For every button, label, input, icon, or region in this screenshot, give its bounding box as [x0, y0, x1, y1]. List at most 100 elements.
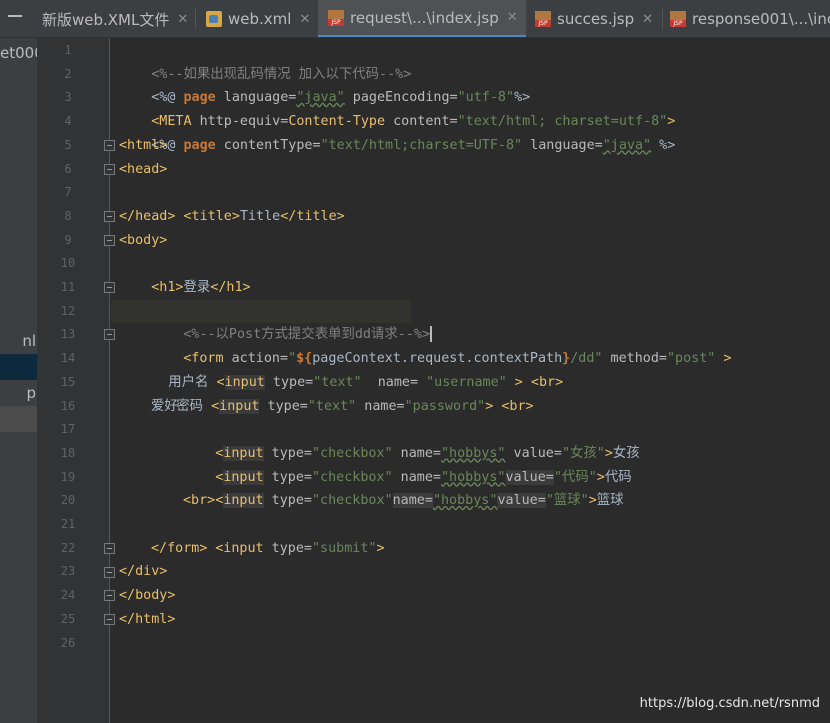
code-line-3: <META http-equiv=Content-Type content="t…: [119, 86, 675, 129]
tab-new-web-xml[interactable]: 新版web.XML文件 ✕: [8, 0, 188, 37]
tag: >: [588, 493, 597, 509]
tag: input: [219, 398, 260, 414]
line-number: 22: [60, 540, 76, 555]
code-line-10: <h1>登录</h1>: [119, 252, 250, 295]
project-tree-item[interactable]: p: [0, 380, 37, 406]
line-number: 20: [60, 493, 76, 508]
tag: > <br>: [485, 398, 534, 414]
project-panel: et000 nl p: [0, 38, 38, 723]
close-icon[interactable]: ✕: [642, 12, 653, 27]
code-line-12: <%--以Post方式提交表单到dd请求--%>: [111, 299, 433, 343]
text: Title: [239, 208, 281, 224]
tag: <html>: [119, 137, 168, 153]
line-number: 4: [64, 114, 72, 129]
line-number: 25: [60, 611, 76, 626]
code-line-6: <head>: [119, 158, 167, 182]
tab-label: web.xml: [228, 10, 292, 28]
tab-separator: [195, 9, 196, 29]
tag: </body>: [119, 588, 176, 604]
line-number: 24: [60, 588, 76, 603]
tab-response001-index[interactable]: JSP response001\...\inc: [670, 0, 830, 37]
tag: </div>: [119, 564, 168, 580]
code-line-5: <html>: [119, 134, 167, 158]
code-line-18: <input type="checkbox" name="hobbys"valu…: [183, 442, 632, 485]
attr-value: "checkbox": [312, 493, 393, 509]
close-icon[interactable]: ✕: [177, 12, 188, 27]
tab-label: 新版web.XML文件: [42, 10, 170, 29]
line-number: 19: [60, 469, 76, 484]
code-line-8: </head>: [119, 205, 175, 229]
line-number: 1: [64, 43, 72, 57]
editor-tab-bar: 新版web.XML文件 ✕ web.xml ✕ JSP request\...\…: [0, 0, 830, 38]
line-number: 13: [60, 327, 76, 342]
tag: <body>: [119, 232, 168, 248]
attr-name: type=: [263, 540, 312, 556]
line-number: 23: [60, 564, 76, 579]
attr-value: "post": [666, 351, 716, 367]
close-icon[interactable]: ✕: [507, 10, 518, 25]
code-line-23: </div>: [119, 560, 167, 584]
line-number: 10: [60, 256, 76, 271]
attr-name: value=: [497, 493, 546, 509]
editor-gutter: 1 2 3 4 5 6 7 8 9 10 11 12 13 14 15 16 1…: [38, 38, 115, 723]
tab-label: request\...\index.jsp: [350, 8, 499, 27]
code-line-19: <input type="checkbox"name="hobbys"value…: [183, 466, 624, 509]
project-tree-item-selected[interactable]: [0, 354, 37, 380]
line-number: 26: [60, 635, 76, 650]
code-line-24: </body>: [119, 584, 175, 608]
attr-name: method=: [602, 351, 667, 367]
attr-name: contentType=: [215, 137, 321, 153]
text: 密码: [176, 398, 212, 414]
code-line-2: <%@ page language="java" pageEncoding="u…: [119, 63, 530, 105]
tag: </h1>: [210, 280, 251, 295]
line-number: 11: [60, 280, 76, 294]
code-line-1: <%--如果出现乱码情况 加入以下代码--%>: [119, 39, 411, 82]
line-number: 14: [60, 351, 76, 366]
code-line-13: <form action="${pageContext.request.cont…: [151, 323, 731, 366]
project-tree-item-hover[interactable]: [0, 406, 37, 432]
project-tree-item[interactable]: nl: [0, 328, 37, 354]
line-number: 17: [60, 422, 76, 437]
tab-request-index-jsp[interactable]: JSP request\...\index.jsp ✕: [318, 0, 526, 37]
code-editor[interactable]: <%--如果出现乱码情况 加入以下代码--%> <%@ page languag…: [111, 38, 830, 723]
line-number: 18: [60, 445, 76, 460]
code-line-22: </form>: [151, 537, 207, 561]
code-line-4: <%@ page contentType="text/html;charset=…: [119, 110, 675, 153]
keyword: page: [183, 137, 216, 153]
code-line-7: <title>Title</title>: [119, 181, 344, 224]
code-line-16: 爱好: [151, 395, 178, 419]
text: 篮球: [596, 493, 624, 509]
tag: </title>: [280, 208, 345, 224]
code-line-15: 密码 <input type="text" name="password"> <…: [144, 371, 534, 414]
tab-label: response001\...\inc: [692, 10, 830, 28]
code-line-25: </html>: [119, 608, 175, 632]
code-line-11: <dv>: [119, 276, 196, 319]
jsp-file-icon: JSP: [670, 11, 686, 27]
jsp-file-icon: JSP: [328, 9, 344, 26]
tab-label: succes.jsp: [557, 10, 635, 28]
close-icon[interactable]: ✕: [299, 12, 310, 27]
line-number: 8: [64, 208, 72, 223]
project-tree-item[interactable]: et000: [0, 40, 37, 66]
line-number: 15: [60, 374, 76, 389]
code-line-14: 用户名 <input type="text" name= "username" …: [136, 347, 563, 390]
tag: <input: [215, 540, 264, 556]
xml-file-icon: [206, 11, 222, 27]
tab-separator: [662, 9, 663, 29]
attr-value: "hobbys": [432, 493, 498, 509]
attr-value: "篮球": [545, 493, 589, 509]
attr-name: name=: [356, 398, 405, 414]
tag: <: [211, 398, 220, 414]
tag: </html>: [119, 611, 176, 627]
attr-name: type=: [263, 493, 312, 509]
attr-value: "java": [602, 137, 652, 153]
tag: >: [715, 351, 732, 367]
line-number: 6: [64, 161, 72, 176]
tab-succes-jsp[interactable]: JSP succes.jsp ✕: [535, 0, 653, 37]
text: 爱好: [151, 398, 178, 414]
attr-name: language=: [522, 137, 603, 153]
line-number: 3: [64, 90, 72, 105]
code-line-20: <br>: [183, 489, 215, 513]
tag: </head>: [119, 208, 176, 224]
tab-web-xml[interactable]: web.xml ✕: [206, 0, 310, 37]
